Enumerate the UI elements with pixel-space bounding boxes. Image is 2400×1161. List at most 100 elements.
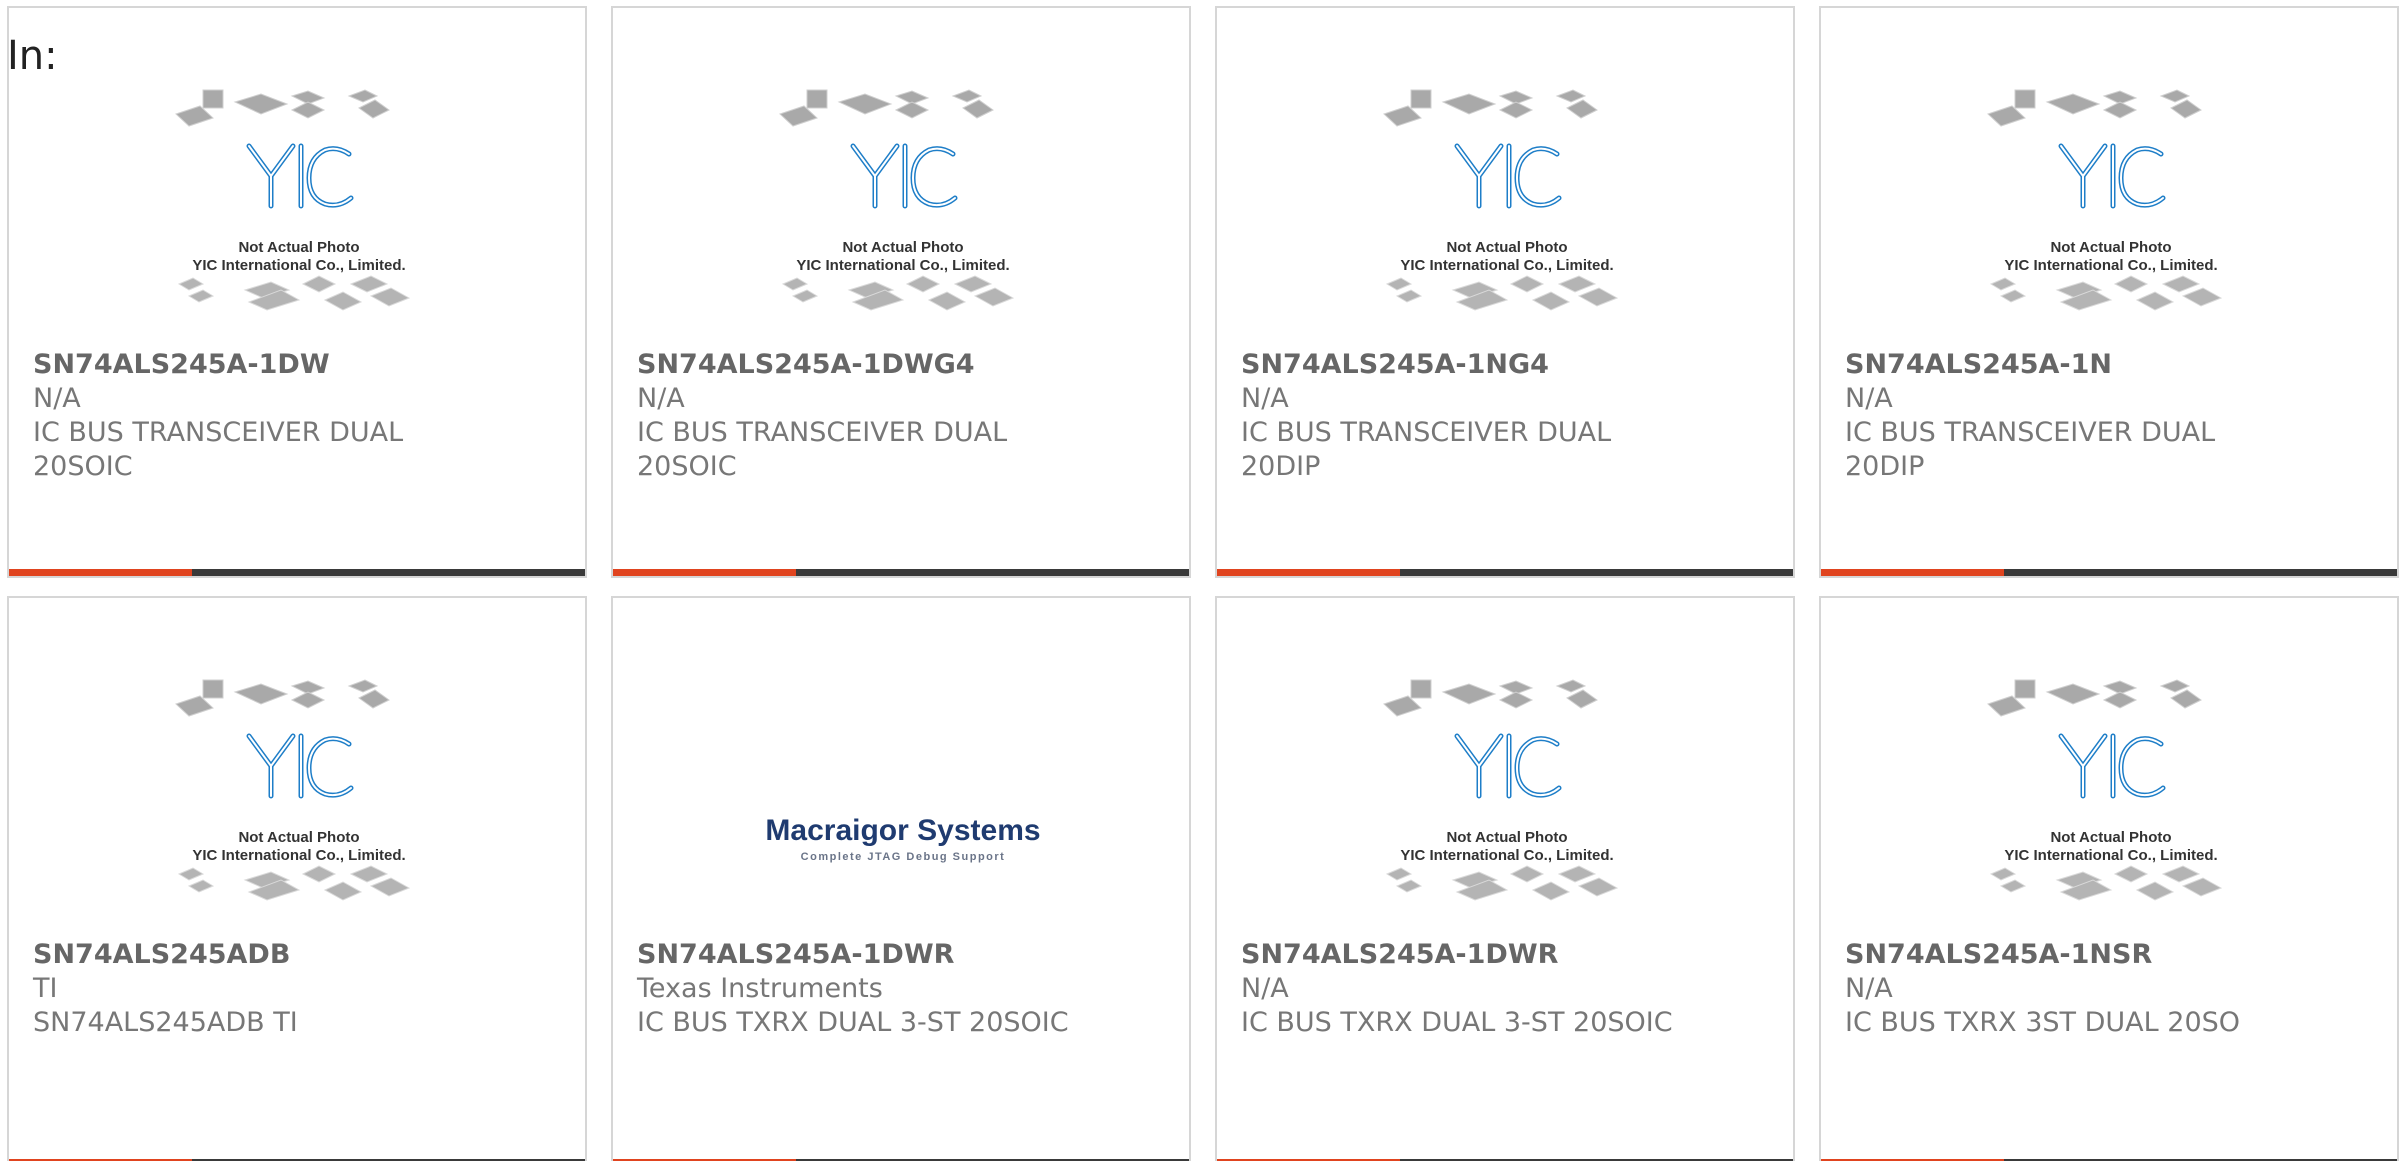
chip-illustration (2170, 99, 2202, 119)
chip-illustration (323, 881, 363, 901)
product-image-placeholder: Not Actual PhotoYIC International Co., L… (1987, 679, 2223, 901)
product-card[interactable]: Not Actual Photo YIC International Co., L… (1819, 596, 2399, 1161)
part-number-link[interactable]: SN74ALS245A-1DWR (1241, 938, 1769, 972)
part-number-link[interactable]: SN74ALS245A-1DW (33, 348, 561, 382)
part-number-link[interactable]: SN74ALS245A-1DWG4 (637, 348, 1165, 382)
card-accent-bar (1217, 569, 1793, 576)
description-line-1: IC BUS TRANSCEIVER DUAL (1241, 417, 1612, 448)
chip-illustration (1441, 93, 1497, 115)
chip-illustration (1441, 683, 1497, 705)
part-number-link[interactable]: SN74ALS245A-1NG4 (1241, 348, 1769, 382)
chip-illustration (2045, 93, 2101, 115)
chip-illustration (1509, 275, 1545, 293)
product-results-page: In: Not Actual Photo YIC International Co… (0, 0, 2400, 1161)
product-card[interactable]: Not Actual Photo YIC International Co., L… (1215, 6, 1795, 578)
product-grid: Not Actual Photo YIC International Co., L… (7, 6, 2399, 1161)
card-accent-bar (9, 569, 585, 576)
chip-illustration (347, 89, 379, 103)
chip-illustration (1385, 867, 1413, 881)
product-card[interactable]: Not Actual Photo YIC International Co., L… (1215, 596, 1795, 1161)
product-image-placeholder: Not Actual PhotoYIC International Co., L… (1987, 89, 2223, 311)
chip-illustration (2102, 101, 2138, 119)
chip-illustration (1999, 879, 2027, 893)
chip-illustration (202, 679, 224, 699)
chip-illustration (951, 89, 983, 103)
chip-illustration (2161, 865, 2201, 883)
chip-illustration (2045, 683, 2101, 705)
chip-illustration (290, 691, 326, 709)
product-card[interactable]: Not Actual Photo YIC International Co., L… (7, 6, 587, 578)
product-info: SN74ALS245A-1N N/A IC BUS TRANSCEIVER DU… (1845, 348, 2373, 484)
chip-illustration (347, 679, 379, 693)
chip-illustration (781, 277, 809, 291)
chip-illustration (927, 291, 967, 311)
yic-logo-inner-icon (1456, 145, 1560, 207)
description-line-2: 20DIP (1845, 451, 1925, 482)
chip-illustration (175, 105, 214, 127)
product-info: SN74ALS245A-1DWG4 N/A IC BUS TRANSCEIVER… (637, 348, 1165, 484)
chip-illustration (175, 695, 214, 717)
chip-illustration (1509, 865, 1545, 883)
macraigor-logo: Macraigor Systems Complete JTAG Debug Su… (765, 814, 1040, 863)
chip-illustration (1383, 695, 1422, 717)
chip-illustration (187, 879, 215, 893)
manufacturer: TI (33, 973, 58, 1004)
chip-illustration (1385, 277, 1413, 291)
yic-logo-inner-icon (1456, 735, 1560, 797)
chip-illustration (962, 99, 994, 119)
placeholder-caption-line-1: Not Actual Photo (238, 239, 359, 256)
product-info: SN74ALS245A-1DW N/A IC BUS TRANSCEIVER D… (33, 348, 561, 484)
yic-logo-inner-icon (2060, 735, 2164, 797)
chip-illustration (779, 105, 818, 127)
product-image-placeholder: Not Actual PhotoYIC International Co., L… (175, 89, 411, 311)
placeholder-caption-line-1: Not Actual Photo (1446, 829, 1567, 846)
part-number-link[interactable]: SN74ALS245A-1DWR (637, 938, 1165, 972)
product-card[interactable]: Not Actual Photo YIC International Co., L… (1819, 6, 2399, 578)
chip-illustration (349, 865, 389, 883)
description-line-2: 20DIP (1241, 451, 1321, 482)
product-info: SN74ALS245A-1NG4 N/A IC BUS TRANSCEIVER … (1241, 348, 1769, 484)
chip-illustration (953, 275, 993, 293)
chip-illustration (1531, 291, 1571, 311)
description-line-1: IC BUS TXRX DUAL 3-ST 20SOIC (1241, 1007, 1673, 1038)
chip-illustration (2159, 89, 2191, 103)
product-image-placeholder: Not Actual PhotoYIC International Co., L… (779, 89, 1015, 311)
part-number-link[interactable]: SN74ALS245A-1N (1845, 348, 2373, 382)
manufacturer: N/A (637, 383, 685, 414)
chip-illustration (369, 877, 411, 897)
part-number-link[interactable]: SN74ALS245A-1NSR (1845, 938, 2373, 972)
chip-illustration (2170, 689, 2202, 709)
description-line-1: IC BUS TRANSCEIVER DUAL (33, 417, 404, 448)
chip-illustration (1989, 867, 2017, 881)
chip-illustration (2181, 287, 2223, 307)
product-card[interactable]: Macraigor Systems Complete JTAG Debug Su… (611, 596, 1191, 1161)
product-card[interactable]: Not Actual Photo YIC International Co., L… (7, 596, 587, 1161)
yic-logo-inner-icon (248, 735, 352, 797)
chip-illustration (905, 275, 941, 293)
description-line-2: 20SOIC (33, 451, 133, 482)
manufacturer: N/A (1241, 383, 1289, 414)
part-number-link[interactable]: SN74ALS245ADB (33, 938, 561, 972)
chip-illustration (2113, 275, 2149, 293)
manufacturer: Texas Instruments (637, 973, 883, 1004)
product-info: SN74ALS245ADB TI SN74ALS245ADB TI (33, 938, 561, 1040)
chip-illustration (1555, 89, 1587, 103)
chip-illustration (806, 89, 828, 109)
placeholder-caption-line-1: Not Actual Photo (238, 829, 359, 846)
product-card[interactable]: Not Actual Photo YIC International Co., L… (611, 6, 1191, 578)
chip-illustration (1531, 881, 1571, 901)
chip-illustration (202, 89, 224, 109)
chip-illustration (1987, 695, 2026, 717)
placeholder-caption-line-2: YIC International Co., Limited. (2004, 847, 2217, 864)
chip-illustration (1410, 89, 1432, 109)
chip-illustration (1577, 287, 1619, 307)
chip-illustration (301, 865, 337, 883)
chip-illustration (301, 275, 337, 293)
manufacturer: N/A (1845, 383, 1893, 414)
description-line-2: 20SOIC (637, 451, 737, 482)
chip-illustration (2014, 89, 2036, 109)
manufacturer: N/A (1845, 973, 1893, 1004)
chip-illustration (177, 277, 205, 291)
chip-illustration (1989, 277, 2017, 291)
chip-illustration (1577, 877, 1619, 897)
